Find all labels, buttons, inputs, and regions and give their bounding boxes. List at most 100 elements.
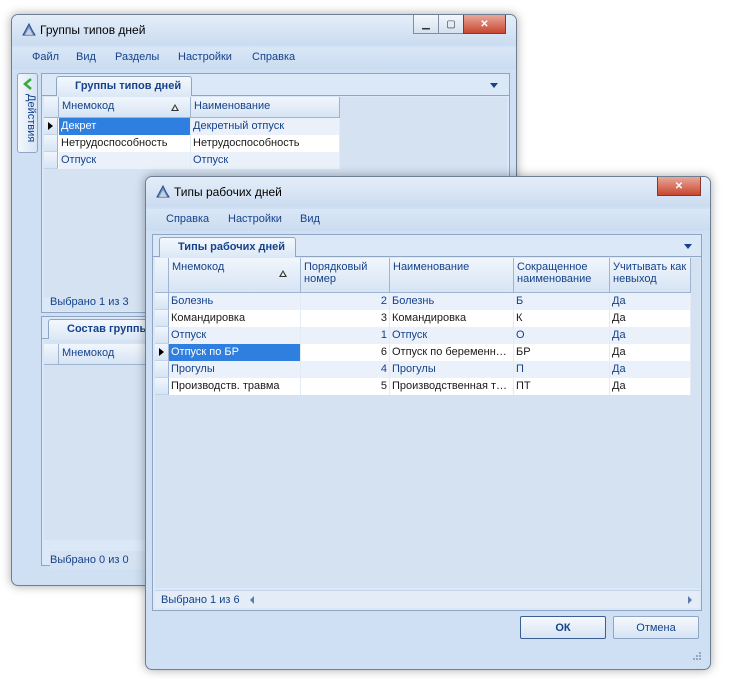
row-indicator [155, 361, 169, 378]
day-types-panel: Типы рабочих дней Мнемокод Порядковый но… [152, 234, 702, 611]
cell-name[interactable]: Командировка [390, 310, 514, 327]
header-name[interactable]: Наименование [191, 97, 340, 118]
scroll-left-icon[interactable] [250, 596, 254, 604]
tab-group-composition[interactable]: Состав группы [48, 319, 160, 339]
row-indicator [155, 293, 169, 310]
sort-ascending-icon [279, 270, 287, 277]
table-row[interactable]: Отпуск 1 Отпуск О Да [155, 327, 691, 344]
cell-code[interactable]: Прогулы [169, 361, 301, 378]
cell-order[interactable]: 1 [301, 327, 390, 344]
maximize-button[interactable]: ▢ [438, 15, 464, 34]
cell-absence[interactable]: Да [610, 378, 691, 395]
cell-code[interactable]: Командировка [169, 310, 301, 327]
menu-help[interactable]: Справка [166, 213, 209, 225]
cell-name[interactable]: Отпуск [191, 152, 340, 169]
window-working-day-types: Типы рабочих дней ✕ Справка Настройки Ви… [145, 176, 711, 670]
cell-absence[interactable]: Да [610, 344, 691, 361]
menu-help[interactable]: Справка [252, 51, 295, 63]
ok-button[interactable]: ОК [520, 616, 606, 639]
table-row[interactable]: Декрет Декретный отпуск [44, 118, 340, 135]
cell-name[interactable]: Нетрудоспособность [191, 135, 340, 152]
window-title: Типы рабочих дней [174, 185, 282, 199]
cell-order[interactable]: 3 [301, 310, 390, 327]
day-types-status-bar: Выбрано 1 из 6 [155, 590, 700, 608]
menu-file[interactable]: Файл [32, 51, 59, 63]
close-button[interactable]: ✕ [657, 177, 701, 196]
header-count-absence[interactable]: Учитывать как невыход [610, 258, 691, 293]
minimize-button[interactable]: ▁ [413, 15, 439, 34]
table-row[interactable]: Командировка 3 Командировка К Да [155, 310, 691, 327]
cell-name[interactable]: Производственная т… [390, 378, 514, 395]
cell-absence[interactable]: Да [610, 293, 691, 310]
chevron-left-icon [23, 78, 32, 90]
row-indicator [44, 135, 58, 152]
menu-view[interactable]: Вид [76, 51, 96, 63]
table-row[interactable]: Производств. травма 5 Производственная т… [155, 378, 691, 395]
header-name[interactable]: Наименование [390, 258, 514, 293]
header-mnemocode[interactable]: Мнемокод [59, 344, 154, 365]
day-types-tabstrip: Типы рабочих дней [153, 235, 701, 257]
menu-settings[interactable]: Настройки [178, 51, 232, 63]
menu-sections[interactable]: Разделы [115, 51, 159, 63]
menu-settings[interactable]: Настройки [228, 213, 282, 225]
header-corner [155, 258, 169, 293]
cell-code[interactable]: Отпуск [59, 152, 191, 169]
window-title: Группы типов дней [40, 23, 146, 37]
cell-name[interactable]: Болезнь [390, 293, 514, 310]
cell-code[interactable]: Производств. травма [169, 378, 301, 395]
header-order[interactable]: Порядковый номер [301, 258, 390, 293]
menu-view[interactable]: Вид [300, 213, 320, 225]
cell-code[interactable]: Декрет [59, 118, 191, 135]
tab-working-day-types[interactable]: Типы рабочих дней [159, 237, 297, 257]
table-row[interactable]: Нетрудоспособность Нетрудоспособность [44, 135, 340, 152]
table-row[interactable]: Отпуск Отпуск [44, 152, 340, 169]
cell-short[interactable]: БР [514, 344, 610, 361]
cell-short[interactable]: ПТ [514, 378, 610, 395]
cell-code[interactable]: Нетрудоспособность [59, 135, 191, 152]
cell-absence[interactable]: Да [610, 327, 691, 344]
table-row[interactable]: Отпуск по БР 6 Отпуск по беременн… БР Да [155, 344, 691, 361]
cell-absence[interactable]: Да [610, 361, 691, 378]
resize-grip-icon[interactable] [692, 651, 702, 661]
menu-bar: Файл Вид Разделы Настройки Справка [12, 47, 516, 69]
cell-name[interactable]: Прогулы [390, 361, 514, 378]
cell-short[interactable]: П [514, 361, 610, 378]
cell-absence[interactable]: Да [610, 310, 691, 327]
header-short-name[interactable]: Сокращенное наименование [514, 258, 610, 293]
cell-order[interactable]: 5 [301, 378, 390, 395]
cell-order[interactable]: 4 [301, 361, 390, 378]
cell-name[interactable]: Декретный отпуск [191, 118, 340, 135]
app-icon [156, 184, 170, 198]
actions-side-tab-label: Действия [25, 94, 37, 143]
cell-code[interactable]: Отпуск по БР [169, 344, 301, 361]
chevron-down-icon[interactable] [490, 83, 498, 88]
cell-code[interactable]: Отпуск [169, 327, 301, 344]
sort-ascending-icon [171, 104, 179, 111]
current-row-icon [48, 122, 53, 130]
tab-day-type-groups[interactable]: Группы типов дней [56, 76, 193, 96]
row-indicator [44, 118, 58, 135]
cancel-button[interactable]: Отмена [613, 616, 699, 639]
header-corner [44, 97, 59, 118]
table-row[interactable]: Прогулы 4 Прогулы П Да [155, 361, 691, 378]
close-button[interactable]: ✕ [463, 15, 506, 34]
cell-name[interactable]: Отпуск [390, 327, 514, 344]
cell-short[interactable]: Б [514, 293, 610, 310]
titlebar[interactable]: Типы рабочих дней ✕ [146, 177, 710, 207]
cell-name[interactable]: Отпуск по беременн… [390, 344, 514, 361]
table-row[interactable]: Болезнь 2 Болезнь Б Да [155, 293, 691, 310]
scroll-right-icon[interactable] [688, 596, 692, 604]
cell-short[interactable]: О [514, 327, 610, 344]
titlebar[interactable]: Группы типов дней ▁ ▢ ✕ [12, 15, 516, 45]
cell-order[interactable]: 6 [301, 344, 390, 361]
row-indicator [155, 344, 169, 361]
cell-code[interactable]: Болезнь [169, 293, 301, 310]
cell-order[interactable]: 2 [301, 293, 390, 310]
cell-short[interactable]: К [514, 310, 610, 327]
row-indicator [155, 327, 169, 344]
chevron-down-icon[interactable] [684, 244, 692, 249]
day-types-grid-area: Мнемокод Порядковый номер Наименование С… [155, 258, 700, 588]
groups-status: Выбрано 1 из 3 [50, 293, 150, 311]
grid-header: Мнемокод [44, 344, 154, 365]
actions-side-tab[interactable]: Действия [17, 73, 38, 153]
